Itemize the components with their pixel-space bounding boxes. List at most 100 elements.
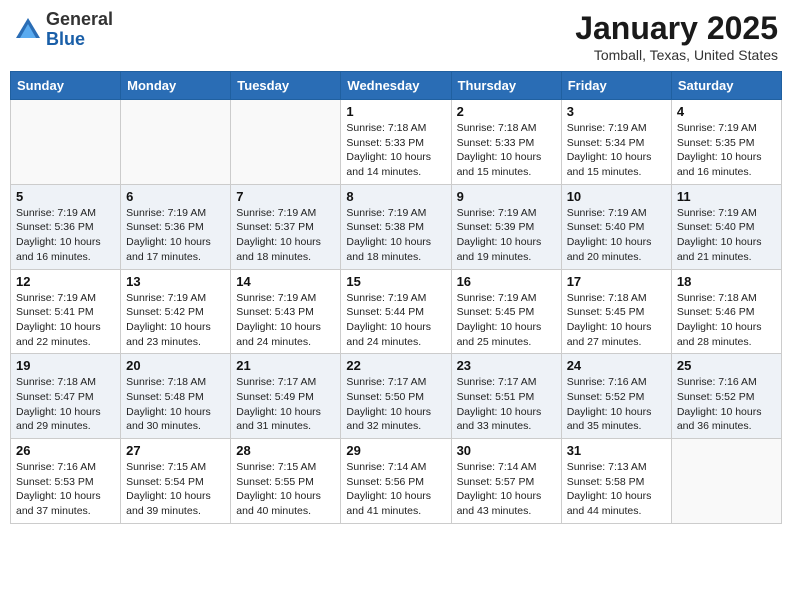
calendar-table: SundayMondayTuesdayWednesdayThursdayFrid… <box>10 71 782 524</box>
day-info: Sunrise: 7:18 AM Sunset: 5:45 PM Dayligh… <box>567 291 666 350</box>
day-info: Sunrise: 7:18 AM Sunset: 5:48 PM Dayligh… <box>126 375 225 434</box>
calendar-cell: 11Sunrise: 7:19 AM Sunset: 5:40 PM Dayli… <box>671 184 781 269</box>
day-number: 2 <box>457 104 556 119</box>
day-number: 15 <box>346 274 445 289</box>
title-block: January 2025 Tomball, Texas, United Stat… <box>575 10 778 63</box>
calendar-cell: 31 Sunrise: 7:13 AM Sunset: 5:58 PM Dayli… <box>561 439 671 524</box>
calendar-cell: 15 Sunrise: 7:19 AM Sunset: 5:44 PM Dayli… <box>341 269 451 354</box>
calendar-week-row: 5 Sunrise: 7:19 AM Sunset: 5:36 PM Daylig… <box>11 184 782 269</box>
calendar-week-row: 19Sunrise: 7:18 AM Sunset: 5:47 PM Dayli… <box>11 354 782 439</box>
calendar-cell: 10 Sunrise: 7:19 AM Sunset: 5:40 PM Dayli… <box>561 184 671 269</box>
calendar-cell: 14Sunrise: 7:19 AM Sunset: 5:43 PM Dayli… <box>231 269 341 354</box>
location: Tomball, Texas, United States <box>575 47 778 63</box>
day-info: Sunrise: 7:16 AM Sunset: 5:52 PM Dayligh… <box>567 375 666 434</box>
calendar-week-row: 1 Sunrise: 7:18 AM Sunset: 5:33 PM Daylig… <box>11 100 782 185</box>
day-number: 11 <box>677 189 776 204</box>
weekday-header: Friday <box>561 72 671 100</box>
calendar-cell: 13 Sunrise: 7:19 AM Sunset: 5:42 PM Dayli… <box>121 269 231 354</box>
day-info: Sunrise: 7:18 AM Sunset: 5:33 PM Dayligh… <box>457 121 556 180</box>
day-number: 18 <box>677 274 776 289</box>
day-number: 20 <box>126 358 225 373</box>
calendar-cell: 25 Sunrise: 7:16 AM Sunset: 5:52 PM Dayli… <box>671 354 781 439</box>
day-info: Sunrise: 7:16 AM Sunset: 5:53 PM Dayligh… <box>16 460 115 519</box>
calendar-cell <box>121 100 231 185</box>
weekday-header: Saturday <box>671 72 781 100</box>
day-info: Sunrise: 7:19 AM Sunset: 5:42 PM Dayligh… <box>126 291 225 350</box>
day-number: 24 <box>567 358 666 373</box>
calendar-cell: 23 Sunrise: 7:17 AM Sunset: 5:51 PM Dayli… <box>451 354 561 439</box>
day-number: 7 <box>236 189 335 204</box>
logo-icon <box>14 16 42 44</box>
day-info: Sunrise: 7:19 AM Sunset: 5:34 PM Dayligh… <box>567 121 666 180</box>
calendar-cell: 30 Sunrise: 7:14 AM Sunset: 5:57 PM Dayli… <box>451 439 561 524</box>
day-info: Sunrise: 7:13 AM Sunset: 5:58 PM Dayligh… <box>567 460 666 519</box>
day-info: Sunrise: 7:19 AM Sunset: 5:35 PM Dayligh… <box>677 121 776 180</box>
day-number: 8 <box>346 189 445 204</box>
day-number: 26 <box>16 443 115 458</box>
day-info: Sunrise: 7:17 AM Sunset: 5:50 PM Dayligh… <box>346 375 445 434</box>
calendar-cell: 26 Sunrise: 7:16 AM Sunset: 5:53 PM Dayli… <box>11 439 121 524</box>
day-info: Sunrise: 7:19 AM Sunset: 5:37 PM Dayligh… <box>236 206 335 265</box>
calendar-cell <box>11 100 121 185</box>
day-number: 13 <box>126 274 225 289</box>
day-info: Sunrise: 7:18 AM Sunset: 5:47 PM Dayligh… <box>16 375 115 434</box>
calendar-cell: 4Sunrise: 7:19 AM Sunset: 5:35 PM Daylig… <box>671 100 781 185</box>
day-info: Sunrise: 7:18 AM Sunset: 5:46 PM Dayligh… <box>677 291 776 350</box>
calendar-cell: 21 Sunrise: 7:17 AM Sunset: 5:49 PM Dayli… <box>231 354 341 439</box>
day-info: Sunrise: 7:19 AM Sunset: 5:39 PM Dayligh… <box>457 206 556 265</box>
day-info: Sunrise: 7:19 AM Sunset: 5:41 PM Dayligh… <box>16 291 115 350</box>
day-number: 28 <box>236 443 335 458</box>
day-number: 14 <box>236 274 335 289</box>
logo: General Blue <box>14 10 113 50</box>
day-number: 17 <box>567 274 666 289</box>
weekday-header: Monday <box>121 72 231 100</box>
calendar-cell: 20 Sunrise: 7:18 AM Sunset: 5:48 PM Dayli… <box>121 354 231 439</box>
weekday-header-row: SundayMondayTuesdayWednesdayThursdayFrid… <box>11 72 782 100</box>
day-number: 25 <box>677 358 776 373</box>
day-number: 5 <box>16 189 115 204</box>
day-info: Sunrise: 7:17 AM Sunset: 5:49 PM Dayligh… <box>236 375 335 434</box>
day-info: Sunrise: 7:15 AM Sunset: 5:55 PM Dayligh… <box>236 460 335 519</box>
day-number: 30 <box>457 443 556 458</box>
calendar-cell: 19Sunrise: 7:18 AM Sunset: 5:47 PM Dayli… <box>11 354 121 439</box>
calendar-cell: 2 Sunrise: 7:18 AM Sunset: 5:33 PM Daylig… <box>451 100 561 185</box>
day-info: Sunrise: 7:19 AM Sunset: 5:40 PM Dayligh… <box>567 206 666 265</box>
day-info: Sunrise: 7:16 AM Sunset: 5:52 PM Dayligh… <box>677 375 776 434</box>
day-number: 12 <box>16 274 115 289</box>
calendar-cell: 24 Sunrise: 7:16 AM Sunset: 5:52 PM Dayli… <box>561 354 671 439</box>
weekday-header: Wednesday <box>341 72 451 100</box>
calendar-cell: 18 Sunrise: 7:18 AM Sunset: 5:46 PM Dayli… <box>671 269 781 354</box>
day-number: 23 <box>457 358 556 373</box>
day-number: 10 <box>567 189 666 204</box>
calendar-cell: 1Sunrise: 7:18 AM Sunset: 5:33 PM Daylig… <box>341 100 451 185</box>
calendar-cell: 9 Sunrise: 7:19 AM Sunset: 5:39 PM Daylig… <box>451 184 561 269</box>
day-number: 1 <box>346 104 445 119</box>
logo-blue: Blue <box>46 29 85 49</box>
page-header: General Blue January 2025 Tomball, Texas… <box>10 10 782 63</box>
calendar-cell <box>231 100 341 185</box>
day-info: Sunrise: 7:14 AM Sunset: 5:56 PM Dayligh… <box>346 460 445 519</box>
calendar-cell: 28 Sunrise: 7:15 AM Sunset: 5:55 PM Dayli… <box>231 439 341 524</box>
day-number: 27 <box>126 443 225 458</box>
calendar-cell <box>671 439 781 524</box>
weekday-header: Tuesday <box>231 72 341 100</box>
calendar-cell: 22 Sunrise: 7:17 AM Sunset: 5:50 PM Dayli… <box>341 354 451 439</box>
calendar-cell: 3Sunrise: 7:19 AM Sunset: 5:34 PM Daylig… <box>561 100 671 185</box>
calendar-cell: 6Sunrise: 7:19 AM Sunset: 5:36 PM Daylig… <box>121 184 231 269</box>
calendar-cell: 17 Sunrise: 7:18 AM Sunset: 5:45 PM Dayli… <box>561 269 671 354</box>
month-title: January 2025 <box>575 10 778 47</box>
calendar-week-row: 26 Sunrise: 7:16 AM Sunset: 5:53 PM Dayli… <box>11 439 782 524</box>
calendar-week-row: 12 Sunrise: 7:19 AM Sunset: 5:41 PM Dayli… <box>11 269 782 354</box>
day-number: 9 <box>457 189 556 204</box>
logo-text: General Blue <box>46 10 113 50</box>
day-info: Sunrise: 7:14 AM Sunset: 5:57 PM Dayligh… <box>457 460 556 519</box>
day-number: 21 <box>236 358 335 373</box>
day-info: Sunrise: 7:17 AM Sunset: 5:51 PM Dayligh… <box>457 375 556 434</box>
day-info: Sunrise: 7:19 AM Sunset: 5:45 PM Dayligh… <box>457 291 556 350</box>
day-info: Sunrise: 7:19 AM Sunset: 5:36 PM Dayligh… <box>126 206 225 265</box>
day-info: Sunrise: 7:15 AM Sunset: 5:54 PM Dayligh… <box>126 460 225 519</box>
day-number: 22 <box>346 358 445 373</box>
day-number: 31 <box>567 443 666 458</box>
calendar-cell: 7 Sunrise: 7:19 AM Sunset: 5:37 PM Daylig… <box>231 184 341 269</box>
day-info: Sunrise: 7:19 AM Sunset: 5:44 PM Dayligh… <box>346 291 445 350</box>
